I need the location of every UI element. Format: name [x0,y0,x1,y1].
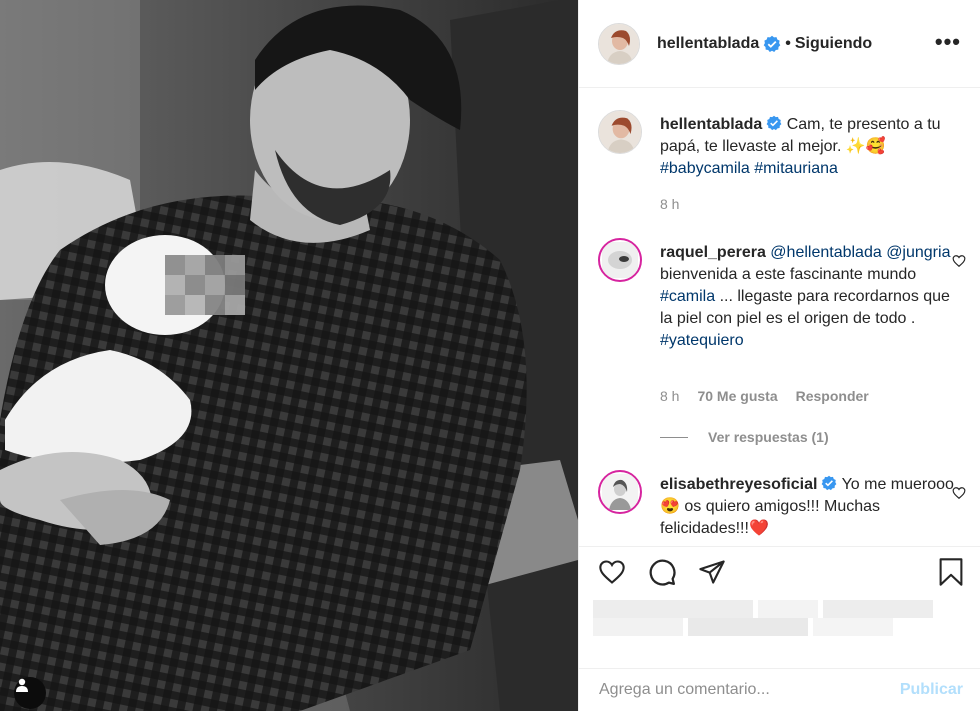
author-avatar[interactable] [598,22,640,65]
comment-icon [649,559,676,586]
comment-message: bienvenida a este fascinante mundo [660,266,917,283]
blur-block [823,600,933,618]
comment-input[interactable] [599,681,900,699]
share-button[interactable] [697,558,727,586]
user-tag-button[interactable] [14,677,46,709]
photo-illustration [0,0,578,711]
action-bar [579,546,980,596]
user-tag-icon [16,678,28,692]
commenter-username[interactable]: raquel_perera [660,244,766,261]
verified-badge-icon [763,35,781,52]
mention-link[interactable]: @hellentablada [770,244,881,261]
caption-avatar[interactable] [598,110,642,154]
author-avatar-image [599,23,639,64]
like-button[interactable] [597,558,627,586]
like-comment-heart-icon[interactable] [952,254,966,268]
commenter-avatar[interactable] [598,238,642,282]
add-comment-bar: Publicar [579,668,980,711]
more-options-button[interactable]: ••• [935,31,961,53]
blurred-face [165,255,245,315]
hashtag-link[interactable]: #babycamila [660,160,750,177]
bookmark-icon [939,558,963,586]
blur-block [688,618,808,636]
comments-list[interactable]: hellentablada Cam, te presento a tu papá… [579,88,980,546]
likes-summary-blurred [593,600,967,636]
reply-button[interactable]: Responder [796,388,869,404]
hashtag-link[interactable]: #camila [660,288,715,305]
caption-text: hellentablada Cam, te presento a tu papá… [660,114,960,180]
commenter-username[interactable]: elisabethreyesoficial [660,476,817,493]
commenter-avatar-image [602,242,638,278]
caption-time[interactable]: 8 h [660,196,679,212]
verified-badge-icon [766,115,782,131]
hashtag-link[interactable]: #yatequiero [660,332,744,349]
caption-avatar-image [599,111,641,153]
verified-badge-icon [822,475,837,491]
view-replies-button[interactable]: Ver respuestas (1) [660,429,829,445]
caption-meta: 8 h [660,196,679,212]
blur-block [593,600,753,618]
post-sidebar: hellentablada • Siguiendo ••• hellentabl [578,0,980,711]
author-username[interactable]: hellentablada [657,35,759,53]
comment-text: elisabethreyesoficial Yo me muerooo😍 os … [660,474,960,540]
blur-block [813,618,893,636]
view-replies-label: Ver respuestas (1) [708,429,829,445]
post-photo[interactable] [0,0,578,711]
publish-button[interactable]: Publicar [900,681,963,699]
comment-time[interactable]: 8 h [660,388,679,404]
follow-separator: • [785,34,791,52]
comment-meta: 8 h 70 Me gusta Responder [660,388,869,404]
comment-text: raquel_perera @hellentablada @jungria bi… [660,242,960,352]
comment-likes[interactable]: 70 Me gusta [697,388,777,404]
share-icon [699,559,725,584]
commenter-avatar-image [602,474,638,510]
like-comment-heart-icon[interactable] [952,486,966,500]
caption-username[interactable]: hellentablada [660,116,762,133]
blur-block [758,600,818,618]
more-icon: ••• [934,29,961,54]
commenter-avatar[interactable] [598,470,642,514]
replies-divider [660,436,688,438]
follow-status-button[interactable]: Siguiendo [795,35,872,53]
heart-icon [599,559,625,584]
comment-button[interactable] [647,557,677,587]
mention-link[interactable]: @jungria [886,244,950,261]
post-header: hellentablada • Siguiendo ••• [579,0,980,88]
save-button[interactable] [937,557,965,592]
hashtag-link[interactable]: #mitauriana [754,160,838,177]
blur-block [593,618,683,636]
